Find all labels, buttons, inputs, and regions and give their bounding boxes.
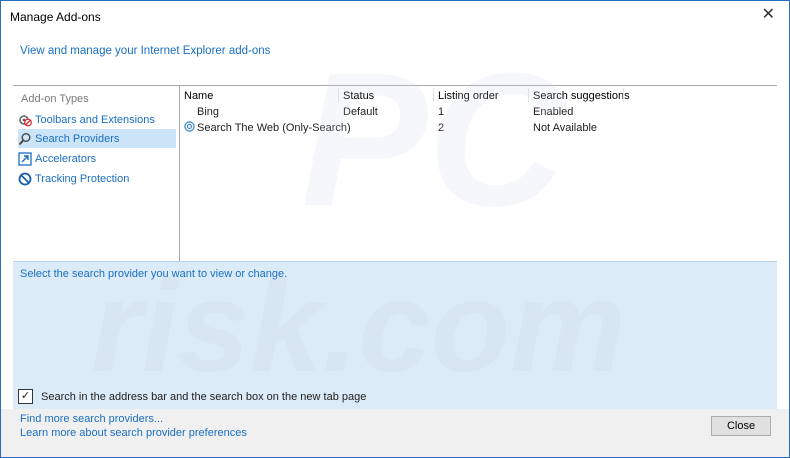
sidebar-item-label: Toolbars and Extensions <box>35 113 155 126</box>
row-order: 2 <box>438 122 445 134</box>
column-header-name[interactable]: Name <box>184 90 213 106</box>
column-header-listing-order[interactable]: Listing order <box>438 90 499 106</box>
details-pane: Select the search provider you want to v… <box>13 261 777 410</box>
details-hint: Select the search provider you want to v… <box>20 268 288 280</box>
checkbox-label: Search in the address bar and the search… <box>41 390 367 403</box>
search-providers-list: Name Status Listing order Search suggest… <box>181 86 777 262</box>
close-icon[interactable]: ✕ <box>762 7 775 23</box>
window-title: Manage Add-ons <box>10 10 101 24</box>
sidebar-item-search-providers[interactable]: Search Providers <box>18 129 176 148</box>
row-order: 1 <box>438 106 445 118</box>
sidebar-item-label: Tracking Protection <box>35 172 130 185</box>
sidebar-item-accelerators[interactable]: Accelerators <box>18 149 176 168</box>
find-more-providers-link[interactable]: Find more search providers... <box>20 413 163 425</box>
row-suggestions: Not Available <box>533 122 598 134</box>
sidebar-heading: Add-on Types <box>21 93 89 105</box>
gear-block-icon <box>18 113 32 127</box>
row-name: Search The Web (Only-Search) <box>197 122 351 134</box>
column-separator <box>528 88 529 102</box>
column-header-search-suggestions[interactable]: Search suggestions <box>533 90 630 106</box>
close-button[interactable]: Close <box>711 416 771 436</box>
sidebar-item-label: Search Providers <box>35 132 120 145</box>
search-address-bar-checkbox[interactable]: ✓ <box>18 389 33 404</box>
footer: Find more search providers... Learn more… <box>1 409 789 457</box>
column-separator <box>623 88 624 102</box>
column-separator <box>338 88 339 102</box>
column-header-status[interactable]: Status <box>343 90 374 106</box>
column-separator <box>433 88 434 102</box>
provider-globe-icon <box>184 121 195 134</box>
learn-more-preferences-link[interactable]: Learn more about search provider prefere… <box>20 427 247 439</box>
sidebar-item-label: Accelerators <box>35 152 97 165</box>
search-icon <box>18 132 32 146</box>
row-status: Default <box>343 106 378 118</box>
address-bar-search-option[interactable]: ✓ Search in the address bar and the sear… <box>18 389 366 404</box>
subtitle-link[interactable]: View and manage your Internet Explorer a… <box>20 45 270 57</box>
manage-addons-window: Manage Add-ons ✕ View and manage your In… <box>0 0 790 458</box>
row-suggestions: Enabled <box>533 106 574 118</box>
no-entry-icon <box>18 172 32 186</box>
title-bar: Manage Add-ons ✕ <box>1 1 789 31</box>
addon-types-sidebar: Add-on Types Toolbars and Extensions Sea… <box>13 86 180 262</box>
sidebar-item-toolbars[interactable]: Toolbars and Extensions <box>18 110 176 129</box>
content-area: Add-on Types Toolbars and Extensions Sea… <box>13 85 777 262</box>
accelerator-icon <box>18 151 32 166</box>
row-name: Bing <box>197 106 220 118</box>
header-band <box>1 31 789 85</box>
sidebar-item-tracking-protection[interactable]: Tracking Protection <box>18 169 176 188</box>
